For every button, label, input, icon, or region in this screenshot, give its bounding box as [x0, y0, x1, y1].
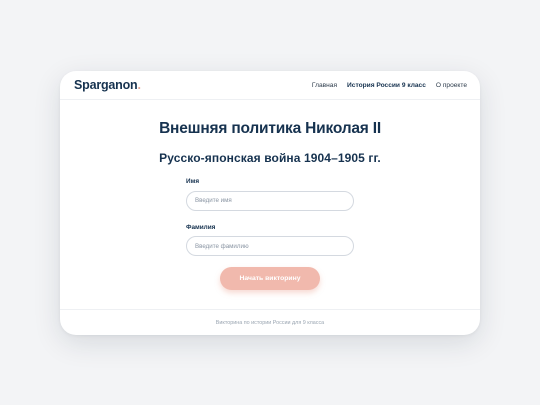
- nav-link-about[interactable]: О проекте: [436, 82, 467, 89]
- main-content: Внешняя политика Николая II Русско-японс…: [60, 100, 480, 290]
- site-footer: Викторина по истории России для 9 класса: [60, 309, 480, 335]
- quiz-card: Sparganon. Главная История России 9 клас…: [60, 71, 480, 335]
- page-title: Внешняя политика Николая II: [159, 120, 381, 137]
- first-name-group: Имя: [186, 178, 354, 211]
- logo[interactable]: Sparganon.: [74, 78, 141, 92]
- logo-dot: .: [137, 78, 141, 92]
- nav-link-history-9[interactable]: История России 9 класс: [347, 82, 426, 89]
- main-nav: Главная История России 9 класс О проекте: [312, 82, 467, 89]
- site-header: Sparganon. Главная История России 9 клас…: [60, 71, 480, 100]
- first-name-label: Имя: [186, 178, 200, 185]
- last-name-group: Фамилия: [186, 223, 354, 256]
- registration-form: Имя Фамилия Начать викторину: [186, 178, 354, 290]
- logo-text: Sparganon: [74, 78, 138, 92]
- last-name-label: Фамилия: [186, 223, 216, 231]
- nav-link-home[interactable]: Главная: [312, 82, 337, 89]
- footer-text: Викторина по истории России для 9 класса: [215, 319, 325, 326]
- page-subtitle: Русско-японская война 1904–1905 гг.: [159, 151, 381, 165]
- last-name-input[interactable]: [186, 236, 354, 256]
- first-name-input[interactable]: [186, 190, 354, 211]
- start-quiz-button[interactable]: Начать викторину: [220, 267, 320, 290]
- submit-wrap: Начать викторину: [186, 267, 354, 290]
